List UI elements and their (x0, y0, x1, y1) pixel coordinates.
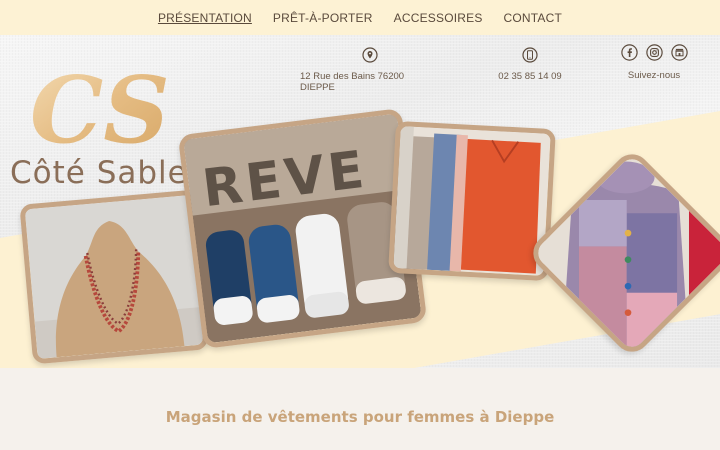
address-text: 12 Rue des Bains 76200 DIEPPE (300, 71, 405, 93)
location-pin-icon (362, 47, 378, 63)
gallery-photo-sweaters (388, 120, 556, 282)
nav-item-accessoires[interactable]: ACCESSOIRES (394, 11, 483, 25)
nav-item-pret-a-porter[interactable]: PRÊT-À-PORTER (273, 11, 373, 25)
phone-block: 02 35 85 14 09 (480, 47, 580, 82)
main-content: Magasin de vêtements pour femmes à Diepp… (0, 368, 720, 450)
gallery-photo-necklace (19, 189, 209, 365)
brand-name: Côté Sable (10, 155, 188, 191)
store-tagline: Magasin de vêtements pour femmes à Diepp… (165, 408, 555, 426)
storefront-icon[interactable] (670, 44, 688, 61)
phone-text[interactable]: 02 35 85 14 09 (498, 71, 561, 82)
follow-us-label: Suivez-nous (627, 70, 681, 81)
monogram-text: CS (30, 56, 168, 157)
facebook-icon[interactable] (620, 44, 638, 61)
mobile-phone-icon (522, 47, 538, 63)
nav-item-contact[interactable]: CONTACT (504, 11, 563, 25)
address-block: 12 Rue des Bains 76200 DIEPPE (300, 47, 440, 93)
nav-item-presentation[interactable]: PRÉSENTATION (158, 11, 252, 25)
brand-logo[interactable]: CS Côté Sable (8, 47, 187, 197)
social-block: Suivez-nous (616, 44, 692, 81)
main-navigation: PRÉSENTATION PRÊT-À-PORTER ACCESSOIRES C… (0, 0, 720, 35)
instagram-icon[interactable] (645, 44, 663, 61)
cs-monogram: CS (30, 56, 168, 157)
hero-banner: CS Côté Sable 12 Rue des Bains 76200 DIE… (0, 35, 720, 368)
